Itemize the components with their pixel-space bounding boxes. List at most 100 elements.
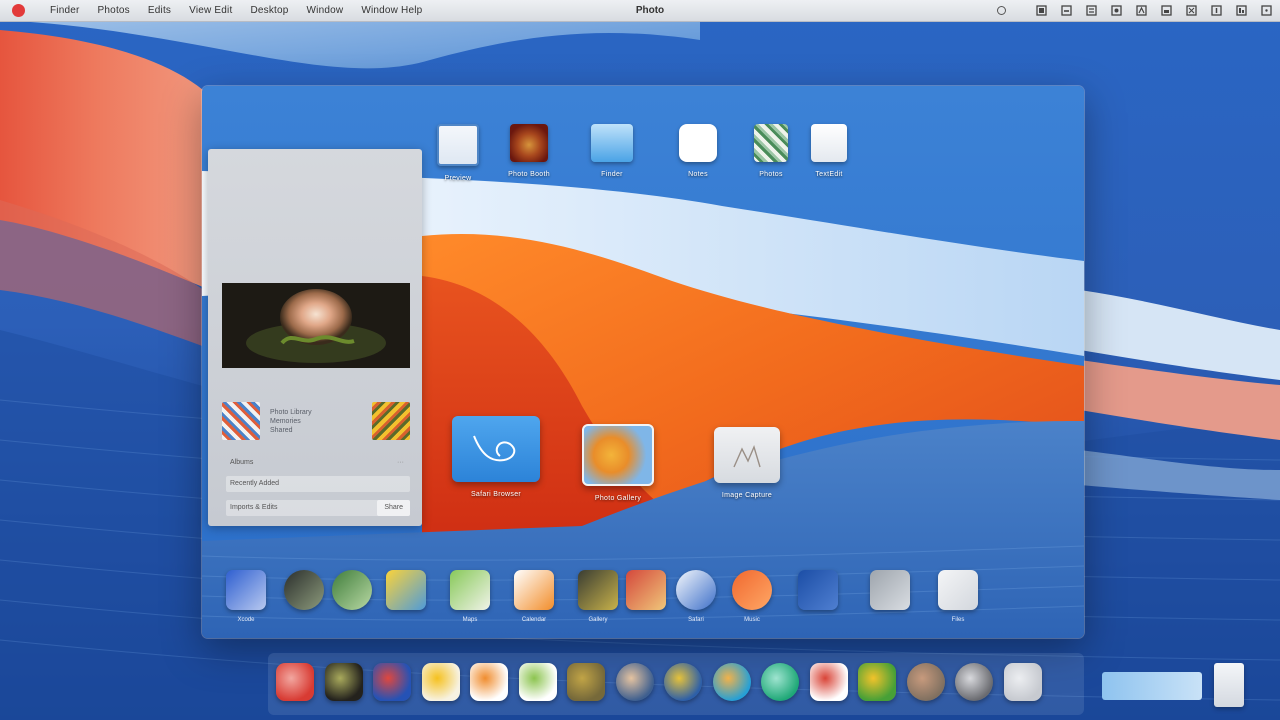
disk-app-icon[interactable] <box>955 663 993 701</box>
mixed-app-icon[interactable] <box>373 663 411 701</box>
featured-app-safari[interactable]: Safari Browser <box>452 416 540 498</box>
compass-icon <box>676 570 716 610</box>
image-capture-icon <box>714 427 780 483</box>
gallery-icon <box>582 424 654 486</box>
status-icon-8[interactable] <box>1211 5 1222 16</box>
grid-app-13[interactable]: Files <box>930 570 986 623</box>
globe-dock-icon[interactable] <box>616 663 654 701</box>
map-icon <box>450 570 490 610</box>
gray-dock-icon[interactable] <box>1004 663 1042 701</box>
sidebar-row-1[interactable]: Recently Added <box>226 476 410 492</box>
yellow-app-icon[interactable] <box>422 663 460 701</box>
bronze-app-icon[interactable] <box>907 663 945 701</box>
featured-app-gallery[interactable]: Photo Gallery <box>582 424 654 502</box>
app-photos[interactable]: Photos <box>738 124 804 178</box>
red-app-icon[interactable] <box>276 663 314 701</box>
sunflower-icon[interactable] <box>664 663 702 701</box>
status-icon-6[interactable] <box>1161 5 1172 16</box>
menu-window-help[interactable]: Window Help <box>352 5 431 16</box>
preview-row[interactable]: Photo Library Memories Shared <box>222 397 410 445</box>
menu-bar: Finder Photos Edits View Edit Desktop Wi… <box>0 0 1280 22</box>
thumbnail-left <box>222 402 260 440</box>
app-label: Finder <box>601 171 623 178</box>
app-textedit[interactable]: TextEdit <box>796 124 862 178</box>
grid-app-11[interactable] <box>790 570 846 617</box>
featured-app-image-capture[interactable]: Image Capture <box>714 427 780 499</box>
status-icon-1[interactable] <box>1036 5 1047 16</box>
menu-photos[interactable]: Photos <box>89 5 139 16</box>
app-label: Photo Booth <box>508 171 550 178</box>
preview-line-3: Shared <box>270 426 293 434</box>
grid-app-9[interactable]: Safari <box>668 570 724 623</box>
menu-finder[interactable]: Finder <box>41 5 89 16</box>
calendar-icon <box>514 570 554 610</box>
app-preview[interactable]: Preview <box>425 124 491 182</box>
trash-icon[interactable] <box>1214 663 1244 707</box>
status-icon-10[interactable] <box>1261 5 1272 16</box>
rose-photo[interactable] <box>222 283 410 368</box>
menu-window[interactable]: Window <box>298 5 353 16</box>
dark-photo-icon <box>578 570 618 610</box>
leaf-app-icon[interactable] <box>858 663 896 701</box>
app-finder[interactable]: Finder <box>579 124 645 178</box>
menu-desktop[interactable]: Desktop <box>241 5 297 16</box>
dock-preview-strip[interactable] <box>1102 672 1202 700</box>
calendar-dock-icon[interactable] <box>519 663 557 701</box>
xcode-icon <box>226 570 266 610</box>
share-button[interactable]: Share <box>377 500 410 516</box>
grid-app-10[interactable]: Music <box>724 570 780 623</box>
more-icon[interactable]: ··· <box>397 459 404 466</box>
status-icon-5[interactable] <box>1136 5 1147 16</box>
sidebar-row-text: Recently Added <box>230 480 280 487</box>
grid-app-6[interactable]: Calendar <box>506 570 562 623</box>
status-indicator-icon[interactable] <box>997 6 1006 15</box>
menu-view-edit[interactable]: View Edit <box>180 5 241 16</box>
dark-globe-icon <box>284 570 324 610</box>
grid-app-8[interactable] <box>618 570 674 617</box>
grid-app-4[interactable] <box>378 570 434 617</box>
app-label: Photo Gallery <box>594 495 642 502</box>
document-icon <box>938 570 978 610</box>
status-icon-2[interactable] <box>1061 5 1072 16</box>
menu-edits[interactable]: Edits <box>139 5 180 16</box>
orange-app-icon[interactable] <box>470 663 508 701</box>
sidebar-row-text: Imports & Edits <box>230 504 278 511</box>
status-icon-3[interactable] <box>1086 5 1097 16</box>
textedit-icon <box>811 124 847 162</box>
app-label: Notes <box>688 171 708 178</box>
grid-app-1[interactable]: Xcode <box>218 570 274 623</box>
apple-menu-icon[interactable] <box>12 4 25 17</box>
grid-app-5[interactable]: Maps <box>442 570 498 623</box>
grid-app-12[interactable] <box>862 570 918 617</box>
app-label: Image Capture <box>721 492 773 499</box>
photo-sidebar-card: Photo Library Memories Shared Albums ···… <box>208 149 422 526</box>
grid-app-label: Safari <box>688 617 704 623</box>
app-photo-booth[interactable]: Photo Booth <box>496 124 562 178</box>
notes-icon <box>679 124 717 162</box>
sidebar-heading: Albums <box>230 459 254 466</box>
orange-music-icon <box>732 570 772 610</box>
color-icon <box>386 570 426 610</box>
grid-app-3[interactable] <box>324 570 380 617</box>
photo-booth-icon <box>510 124 548 162</box>
game-icon <box>626 570 666 610</box>
app-notes[interactable]: Notes <box>665 124 731 178</box>
preview-line-1: Photo Library <box>270 408 312 416</box>
green-app-icon[interactable] <box>761 663 799 701</box>
gray-app-icon <box>870 570 910 610</box>
dark-app-icon[interactable] <box>325 663 363 701</box>
status-icon-7[interactable] <box>1186 5 1197 16</box>
teal-app-icon[interactable] <box>713 663 751 701</box>
status-area <box>997 0 1272 21</box>
white-app-icon[interactable] <box>810 663 848 701</box>
photos-icon <box>754 124 788 162</box>
app-label: Photos <box>759 171 783 178</box>
status-icon-4[interactable] <box>1111 5 1122 16</box>
status-icon-9[interactable] <box>1236 5 1247 16</box>
sidebar-row-2[interactable]: Imports & Edits Share <box>226 500 410 516</box>
grid-app-label: Music <box>744 617 760 623</box>
blue-app-icon <box>798 570 838 610</box>
grid-app-label: Files <box>951 617 965 623</box>
photo-dock-icon[interactable] <box>567 663 605 701</box>
menubar-title: Photo <box>635 5 665 16</box>
